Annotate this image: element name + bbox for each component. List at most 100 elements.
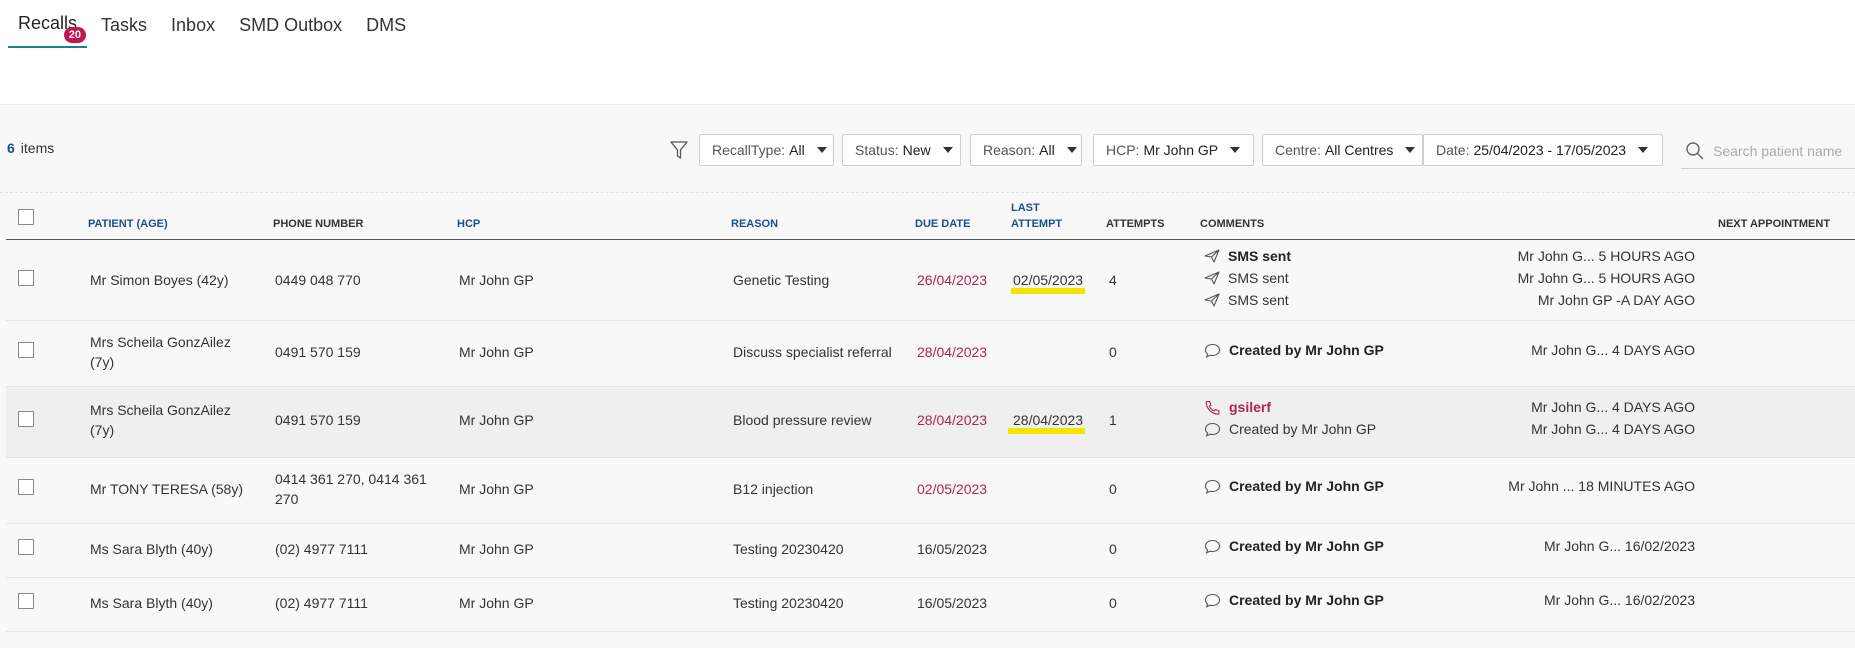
comment-text: SMS sent [1228,270,1289,286]
table-row[interactable]: Ms Sara Blyth (40y) (02) 4977 7111 Mr Jo… [6,524,1855,578]
reason: Testing 20230420 [733,595,844,611]
table-row[interactable]: Ms Sara Blyth (40y) (02) 4977 7111 Mr Jo… [6,578,1855,632]
hcp-name: Mr John GP [459,481,534,497]
phone-number: (02) 4977 7111 [275,595,368,611]
table-row[interactable]: Mrs Scheila GonzAilez (7y) 0491 570 159 … [6,387,1855,458]
due-date: 16/05/2023 [917,541,988,557]
comment-text: SMS sent [1228,292,1289,308]
comment-meta: Mr John ... 18 MINUTES AGO [1508,478,1695,494]
filter-value: New [902,142,931,158]
filter-value: All Centres [1324,142,1394,158]
reason-filter[interactable]: Reason: All [970,134,1082,166]
patient-name[interactable]: Mr Simon Boyes (42y) [90,270,228,290]
chevron-down-icon [942,147,953,153]
recall-type-filter[interactable]: RecallType: All [699,134,834,166]
comment: gsilerf [1204,399,1271,415]
patient-name-line1: Mrs Scheila GonzAilez [90,402,231,418]
date-filter[interactable]: Date: 25/04/2023 - 17/05/2023 [1423,134,1663,166]
comment: SMS sent [1204,292,1289,308]
comment-text: Created by Mr John GP [1229,538,1384,554]
tab-dms[interactable]: DMS [356,15,416,48]
col-attempts: ATTEMPTS [1106,218,1165,230]
comment: SMS sent [1204,248,1291,264]
tab-inbox[interactable]: Inbox [161,15,225,48]
col-last-attempt[interactable]: LAST ATTEMPT [1011,200,1062,232]
patient-name[interactable]: Ms Sara Blyth (40y) [90,593,213,613]
row-checkbox[interactable] [18,411,34,427]
send-icon [1204,249,1220,263]
comment: Created by Mr John GP [1204,478,1384,494]
due-date: 28/04/2023 [917,344,988,360]
reason: Genetic Testing [733,272,830,288]
patient-search [1681,133,1855,169]
row-checkbox[interactable] [18,479,34,495]
send-icon [1204,293,1220,307]
phone-number: 0449 048 770 [275,272,361,288]
items-count: 6 items [7,140,54,156]
patient-name[interactable]: Ms Sara Blyth (40y) [90,539,213,559]
phone-icon [1205,400,1220,415]
comment-text: SMS sent [1228,248,1292,264]
col-patient[interactable]: PATIENT (AGE) [88,216,168,232]
chevron-down-icon [1066,147,1077,153]
comment: Created by Mr John GP [1204,421,1376,437]
col-due-date[interactable]: DUE DATE [915,216,970,232]
hcp-name: Mr John GP [459,541,534,557]
comment-text: Created by Mr John GP [1229,478,1384,494]
tab-smd-outbox[interactable]: SMD Outbox [229,15,352,48]
comment: SMS sent [1204,270,1289,286]
row-checkbox[interactable] [18,539,34,555]
attempts: 4 [1109,272,1117,288]
chevron-down-icon [1230,147,1241,153]
attempts: 0 [1109,481,1117,497]
comment-meta: Mr John G... 4 DAYS AGO [1531,399,1695,415]
comment-text: Created by Mr John GP [1229,421,1377,437]
row-checkbox[interactable] [18,593,34,609]
comment-meta: Mr John G... 5 HOURS AGO [1517,248,1695,264]
table-row[interactable]: Mr TONY TERESA (58y) 0414 361 270, 0414 … [6,458,1855,524]
table-row[interactable]: Mr Simon Boyes (42y) 0449 048 770 Mr Joh… [6,240,1855,321]
search-input[interactable] [1713,142,1853,159]
comment-meta: Mr John G... 16/02/2023 [1544,538,1695,554]
tab-recalls[interactable]: Recalls 20 [8,13,88,48]
status-filter[interactable]: Status: New [842,134,961,166]
hcp-filter[interactable]: HCP: Mr John GP [1093,134,1254,166]
reason: B12 injection [733,481,814,497]
items-count-label: items [20,140,55,156]
patient-name[interactable]: Mrs Scheila GonzAilez (7y) [90,332,231,372]
patient-name[interactable]: Mrs Scheila GonzAilez (7y) [90,400,231,440]
table-header: PATIENT (AGE) PHONE NUMBER HCP REASON DU… [6,196,1855,240]
chevron-down-icon [1638,147,1649,153]
col-next-appointment: NEXT APPOINTMENT [1718,218,1831,230]
patient-name-line1: Mrs Scheila GonzAilez [90,334,231,350]
patient-name-line2: (7y) [90,422,115,438]
due-date: 28/04/2023 [917,412,988,428]
hcp-name: Mr John GP [459,344,534,360]
row-checkbox[interactable] [18,270,34,286]
chat-bubble-icon [1204,422,1221,437]
col-hcp[interactable]: HCP [457,216,480,232]
row-checkbox[interactable] [18,342,34,358]
filter-value: Mr John GP [1143,142,1219,158]
comment: Created by Mr John GP [1204,342,1384,358]
centre-filter[interactable]: Centre: All Centres [1262,134,1423,166]
last-attempt-highlight: 02/05/2023 [1011,272,1086,294]
col-last-attempt-line1: LAST [1011,202,1040,214]
due-date: 26/04/2023 [917,272,988,288]
patient-name[interactable]: Mr TONY TERESA (58y) [90,479,243,499]
comment-meta: Mr John G... 5 HOURS AGO [1517,270,1695,286]
phone-number: 0491 570 159 [275,412,361,428]
filter-value: 25/04/2023 - 17/05/2023 [1473,142,1627,158]
hcp-name: Mr John GP [459,595,534,611]
filter-label: Reason: [983,142,1036,158]
select-all-checkbox[interactable] [18,209,34,225]
tab-label: Tasks [101,15,148,35]
col-reason[interactable]: REASON [731,216,778,232]
table-row[interactable]: Mrs Scheila GonzAilez (7y) 0491 570 159 … [6,321,1855,387]
tab-label: DMS [366,15,407,35]
last-attempt: 28/04/2023 [1008,410,1086,434]
top-tabs: Recalls 20 Tasks Inbox SMD Outbox DMS [8,0,420,48]
filter-icon[interactable] [669,139,689,161]
tab-tasks[interactable]: Tasks [91,15,157,48]
comment-meta: Mr John GP -A DAY AGO [1537,292,1695,308]
